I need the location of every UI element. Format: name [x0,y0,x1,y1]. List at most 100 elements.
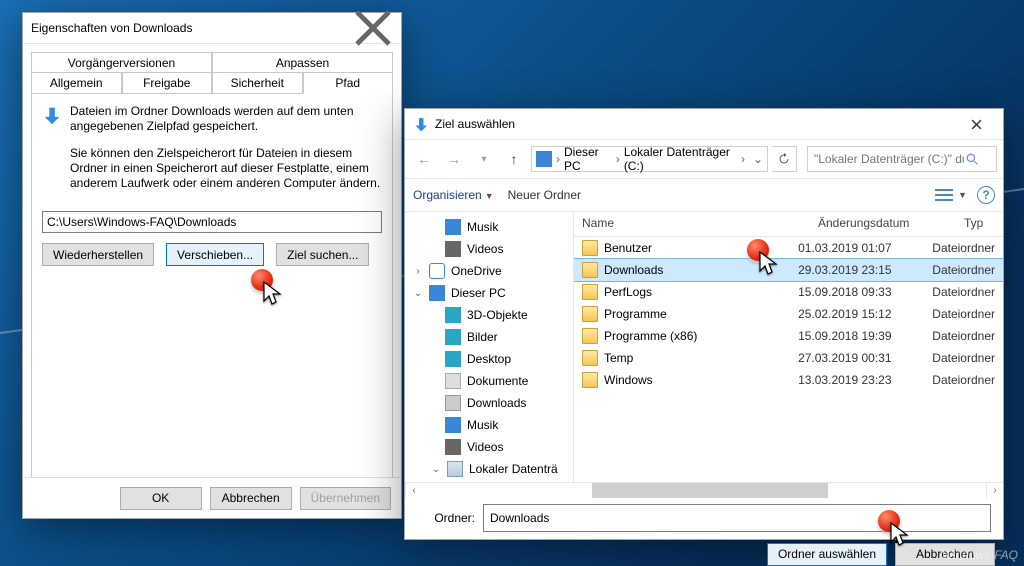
close-button[interactable] [353,14,393,42]
watermark: Windows-FAQ [942,548,1018,562]
move-button[interactable]: Verschieben... [166,243,264,266]
crumb-dropdown-icon[interactable]: ⌄ [753,152,763,166]
nav-item-videos[interactable]: Videos [405,238,573,260]
tab-sharing[interactable]: Freigabe [122,72,213,94]
breadcrumb[interactable]: › Dieser PC › Lokaler Datenträger (C:) ›… [531,146,768,172]
music-icon [445,417,461,433]
select-folder-button[interactable]: Ordner auswählen [767,543,887,566]
nav-item-onedrive[interactable]: ›OneDrive [405,260,573,282]
table-row[interactable]: Downloads29.03.2019 23:15Dateiordner [574,259,1003,281]
crumb-sep-icon: › [556,152,560,166]
nav-item-label: Downloads [467,396,526,410]
nav-item-musik[interactable]: Musik [405,216,573,238]
refresh-icon [778,153,790,165]
target-path-input[interactable] [42,211,382,233]
properties-titlebar[interactable]: Eigenschaften von Downloads [23,13,401,44]
row-date: 13.03.2019 23:23 [790,373,924,387]
dialog-title: Ziel auswählen [435,117,955,131]
row-date: 15.09.2018 19:39 [790,329,924,343]
crumb-this-pc[interactable]: Dieser PC [564,145,612,173]
folder-icon [582,328,598,344]
nav-back-button[interactable]: ← [411,146,437,172]
tabs-container: Vorgängerversionen Anpassen Allgemein Fr… [23,44,401,495]
nav-item-label: Musik [467,220,498,234]
organize-menu[interactable]: Organisieren▼ [413,188,494,202]
folder-name-input[interactable] [483,504,991,532]
dl-icon [445,395,461,411]
nav-item-label: Lokaler Datenträ [469,462,558,476]
tab-previous-versions[interactable]: Vorgängerversionen [31,52,212,73]
help-button[interactable]: ? [977,186,995,204]
nav-item-3d-objekte[interactable]: 3D-Objekte [405,304,573,326]
table-row[interactable]: Temp27.03.2019 00:31Dateiordner [574,347,1003,369]
nav-item-downloads[interactable]: Downloads [405,392,573,414]
cancel-button[interactable]: Abbrechen [210,487,292,510]
scroll-left-icon[interactable]: ‹ [405,483,422,498]
dialog-icon [413,115,431,133]
row-name: Benutzer [604,241,652,255]
move-arrow-icon [42,104,64,126]
nav-item-musik[interactable]: Musik [405,414,573,436]
scroll-right-icon[interactable]: › [986,483,1003,498]
table-row[interactable]: PerfLogs15.09.2018 09:33Dateiordner [574,281,1003,303]
ok-button[interactable]: OK [120,487,202,510]
dialog-titlebar[interactable]: Ziel auswählen [405,109,1003,140]
expand-caret-icon[interactable]: ⌄ [431,464,441,475]
restore-default-button[interactable]: Wiederherstellen [42,243,154,266]
table-row[interactable]: Benutzer01.03.2019 01:07Dateiordner [574,237,1003,259]
nav-item-dieser-pc[interactable]: ⌄Dieser PC [405,282,573,304]
nav-item-label: Videos [467,440,503,454]
nav-item-label: Dokumente [467,374,528,388]
expand-caret-icon[interactable]: ⌄ [413,288,423,299]
view-icon [935,188,953,202]
nav-item-label: Musik [467,418,498,432]
dialog-close-button[interactable] [955,110,997,138]
nav-item-dokumente[interactable]: Dokumente [405,370,573,392]
find-target-button[interactable]: Ziel suchen... [276,243,369,266]
video-icon [445,439,461,455]
folder-icon [582,350,598,366]
pic-icon [445,329,461,345]
col-type[interactable]: Typ [956,212,1003,236]
music-icon [445,219,461,235]
nav-item-bilder[interactable]: Bilder [405,326,573,348]
row-name: Downloads [604,263,663,277]
row-name: Programme [604,307,667,321]
scroll-thumb[interactable] [592,483,828,498]
table-row[interactable]: Programme (x86)15.09.2018 19:39Dateiordn… [574,325,1003,347]
tab-customize[interactable]: Anpassen [212,52,393,73]
nav-item-desktop[interactable]: Desktop [405,348,573,370]
doc-icon [445,373,461,389]
col-date[interactable]: Änderungsdatum [810,212,956,236]
close-icon [971,119,982,130]
horizontal-scrollbar[interactable]: ‹ › [405,482,1003,498]
nav-item-label: Videos [467,242,503,256]
crumb-sep-icon: › [616,152,620,166]
nav-item-label: Bilder [467,330,498,344]
row-type: Dateiordner [924,373,1003,387]
view-options-button[interactable]: ▼ [935,188,967,202]
row-date: 15.09.2018 09:33 [790,285,924,299]
table-row[interactable]: Windows13.03.2019 23:23Dateiordner [574,369,1003,391]
refresh-button[interactable] [772,146,797,172]
search-box[interactable] [807,146,997,172]
row-date: 29.03.2019 23:15 [790,263,924,277]
tab-security[interactable]: Sicherheit [212,72,303,94]
disk-icon [447,461,463,477]
crumb-drive-c[interactable]: Lokaler Datenträger (C:) [624,145,737,173]
search-input[interactable] [812,151,966,167]
col-name[interactable]: Name [574,212,810,236]
expand-caret-icon[interactable]: › [413,266,423,277]
nav-forward-button: → [441,146,467,172]
nav-item-lokaler-datentr-[interactable]: ⌄ Lokaler Datenträ [405,458,573,480]
crumb-sep-icon: › [741,152,745,166]
nav-up-button[interactable]: ↑ [501,146,527,172]
table-row[interactable]: Programme25.02.2019 15:12Dateiordner [574,303,1003,325]
navigation-pane[interactable]: Musik Videos ›OneDrive⌄Dieser PC3D-Objekte… [405,212,574,482]
tab-general[interactable]: Allgemein [31,72,122,94]
nav-recent-button[interactable]: ▾ [471,146,497,172]
nav-item-videos[interactable]: Videos [405,436,573,458]
new-folder-button[interactable]: Neuer Ordner [508,188,581,202]
list-header[interactable]: Name Änderungsdatum Typ [574,212,1003,237]
tab-path[interactable]: Pfad [303,72,394,94]
